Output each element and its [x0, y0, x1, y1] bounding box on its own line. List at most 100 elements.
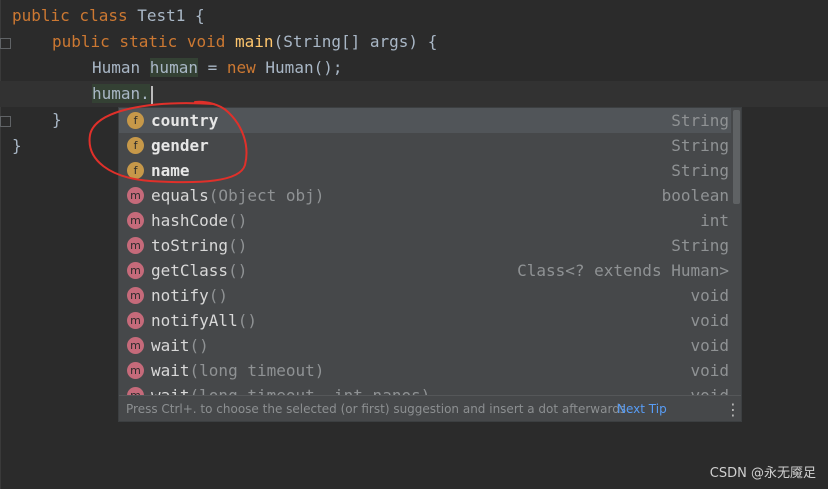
completion-item-name: notifyAll()	[151, 308, 257, 333]
completion-item[interactable]: mwait(long timeout, int nanos)void	[119, 383, 733, 395]
field-icon: f	[127, 137, 144, 154]
code-line-1[interactable]: public class Test1 {	[12, 3, 205, 29]
method-icon: m	[127, 387, 144, 395]
completion-item[interactable]: f country String	[119, 108, 733, 133]
completion-item-name: getClass()	[151, 258, 247, 283]
completion-item[interactable]: m wait(long timeout) void	[119, 358, 733, 383]
completion-item-name: wait(long timeout, int nanos)	[151, 383, 430, 395]
item-name-text: hashCode	[151, 211, 229, 230]
item-params: (long timeout, int nanos)	[190, 386, 431, 395]
completion-item-type: int	[700, 211, 729, 230]
code-line-2[interactable]: public static void main(String[] args) {	[52, 29, 437, 55]
completion-item[interactable]: f name String	[119, 158, 733, 183]
completion-item-type: void	[690, 286, 729, 305]
completion-item-type: String	[671, 111, 729, 130]
code-line-5[interactable]: }	[52, 107, 62, 133]
completion-item[interactable]: m toString() String	[119, 233, 733, 258]
method-icon: m	[127, 362, 144, 379]
item-name-text: gender	[151, 136, 209, 155]
type-name: Human	[92, 58, 150, 77]
completion-item-name: country	[151, 108, 218, 133]
code-text: {	[185, 6, 205, 25]
completion-item-type: void	[690, 361, 729, 380]
completion-item-name: toString()	[151, 233, 247, 258]
item-params: ()	[189, 336, 209, 355]
item-name-text: notifyAll	[151, 311, 238, 330]
item-name-text: getClass	[151, 261, 229, 280]
field-icon: f	[127, 162, 144, 179]
completion-item[interactable]: m notifyAll() void	[119, 308, 733, 333]
completion-item-type: Class<? extends Human>	[517, 261, 729, 280]
method-icon: m	[127, 262, 144, 279]
method-icon: m	[127, 237, 144, 254]
completion-item[interactable]: f gender String	[119, 133, 733, 158]
item-params: ()	[208, 286, 229, 305]
completion-item-type: void	[690, 383, 729, 395]
footer-hint: Press Ctrl+. to choose the selected (or …	[126, 402, 627, 416]
completion-item[interactable]: m wait() void	[119, 333, 733, 358]
item-params: ()	[237, 311, 257, 330]
scrollbar[interactable]	[731, 108, 741, 395]
completion-list[interactable]: f country String f gender String f name String m e…	[119, 108, 733, 395]
scrollbar-thumb[interactable]	[733, 110, 740, 204]
completion-item[interactable]: m notify() void	[119, 283, 733, 308]
keyword: public static void	[52, 32, 236, 51]
item-name-text: wait	[151, 336, 190, 355]
code-text: }	[12, 136, 22, 155]
item-name-text: wait	[151, 361, 190, 380]
method-name: main	[235, 32, 274, 51]
item-params: ()	[228, 236, 248, 255]
completion-item-name: wait(long timeout)	[151, 358, 324, 383]
code-completion-popup[interactable]: f country String f gender String f name String m e…	[118, 107, 742, 422]
next-tip-link[interactable]: Next Tip	[617, 396, 667, 421]
code-text: (String[] args) {	[273, 32, 438, 51]
completion-item-name: notify()	[151, 283, 228, 308]
completion-item-type: void	[690, 336, 729, 355]
more-options-icon[interactable]: ⋮	[725, 396, 741, 421]
completion-item-type: boolean	[661, 186, 729, 205]
field-icon: f	[127, 112, 144, 129]
watermark: CSDN @永无魇足	[709, 466, 816, 481]
method-icon: m	[127, 287, 144, 304]
method-icon: m	[127, 212, 144, 229]
item-name-text: toString	[151, 236, 229, 255]
completion-item[interactable]: m equals(Object obj) boolean	[119, 183, 733, 208]
fold-marker[interactable]	[0, 38, 11, 49]
item-name-text: country	[151, 111, 219, 130]
text-caret	[150, 85, 153, 104]
completion-item-name: name	[151, 158, 190, 183]
item-name-text: notify	[151, 286, 209, 305]
code-line-3[interactable]: Human human = new Human();	[92, 55, 342, 81]
keyword: public class	[12, 6, 138, 25]
code-text: }	[52, 110, 62, 129]
method-icon: m	[127, 187, 144, 204]
gutter-divider	[0, 0, 1, 489]
completion-item-type: void	[690, 311, 729, 330]
completion-item[interactable]: m hashCode() int	[119, 208, 733, 233]
completion-item-name: wait()	[151, 333, 209, 358]
item-name-text: equals	[151, 186, 209, 205]
completion-item-name: equals(Object obj)	[151, 183, 324, 208]
completion-item-type: String	[671, 236, 729, 255]
completion-footer: Press Ctrl+. to choose the selected (or …	[119, 395, 741, 421]
completion-item-name: gender	[151, 133, 209, 158]
completion-item[interactable]: m getClass() Class<? extends Human>	[119, 258, 733, 283]
variable-human: human	[149, 58, 198, 77]
code-text: Human();	[255, 58, 343, 77]
completion-item-type: String	[671, 136, 729, 155]
item-name-text: name	[151, 161, 190, 180]
code-text: human.	[92, 84, 150, 103]
item-params: (long timeout)	[189, 361, 325, 380]
item-params: ()	[228, 261, 248, 280]
item-name-text: wait	[151, 386, 190, 395]
item-params: ()	[228, 211, 248, 230]
code-line-4[interactable]: human.	[92, 81, 153, 107]
code-line-6[interactable]: }	[12, 133, 22, 159]
method-icon: m	[127, 337, 144, 354]
method-icon: m	[127, 312, 144, 329]
keyword: new	[226, 58, 256, 77]
fold-marker[interactable]	[0, 116, 11, 127]
code-text: =	[197, 58, 227, 77]
completion-item-name: hashCode()	[151, 208, 247, 233]
item-params: (Object obj)	[208, 186, 325, 205]
